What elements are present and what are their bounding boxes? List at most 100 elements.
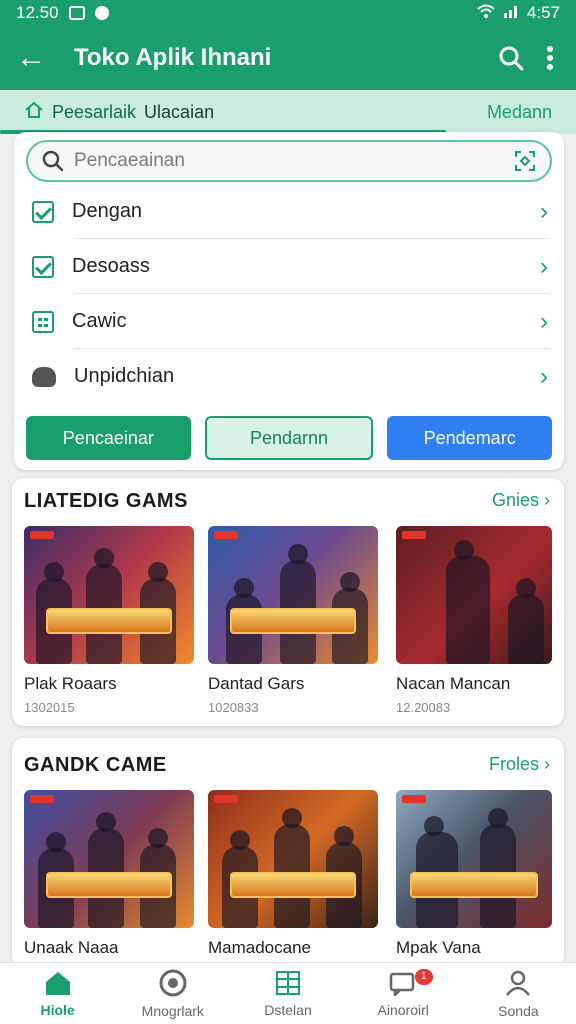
search-input[interactable]	[74, 150, 514, 172]
filter-item[interactable]: Cawic ›	[14, 294, 564, 349]
game-card[interactable]: Mpak Vana	[396, 790, 552, 958]
game-meta: 1020833	[208, 700, 259, 715]
game-badge	[30, 531, 54, 539]
status-bar: 12.50 4:57	[0, 0, 576, 26]
game-logo	[46, 608, 172, 634]
game-art	[24, 790, 194, 928]
nav-label: Sonda	[498, 1002, 539, 1019]
game-badge	[214, 531, 238, 539]
primary-button[interactable]: Pencaeinar	[26, 416, 191, 460]
games-icon	[159, 969, 187, 996]
game-card[interactable]: Plak Roaars 1302015	[24, 526, 194, 715]
search-icon[interactable]	[498, 45, 524, 71]
game-title: Dantad Gars	[208, 674, 305, 693]
nav-item-profile[interactable]: Sonda	[461, 963, 576, 1024]
cloud-icon	[32, 366, 56, 387]
chevron-right-icon: ›	[540, 363, 548, 390]
game-art	[396, 526, 552, 664]
status-time-right: 4:57	[526, 3, 560, 22]
filter-item-label: Desoass	[72, 255, 150, 277]
section-more-link[interactable]: Froles ›	[489, 754, 550, 775]
chevron-right-icon: ›	[540, 308, 548, 335]
game-badge	[30, 795, 54, 803]
nav-item-grid[interactable]: Dstelan	[230, 963, 345, 1024]
tertiary-button[interactable]: Pendemarc	[387, 416, 553, 460]
checkbox-checked-icon[interactable]	[32, 255, 54, 278]
game-badge	[402, 531, 426, 539]
game-card[interactable]: Mamadocane	[208, 790, 378, 958]
filter-item[interactable]: Dengan ›	[14, 184, 564, 239]
wifi-icon	[477, 3, 495, 23]
game-art	[208, 526, 378, 664]
grid-icon	[276, 970, 300, 995]
app-bar: ← Toko Aplik Ihnani	[0, 26, 576, 90]
section-title: LIATEDIG GAMS	[24, 490, 188, 512]
tab-right[interactable]: Medann	[487, 102, 552, 123]
tab-primary-label: Peesarlaik	[52, 101, 137, 122]
bottom-navigation: Hiole Mnogrlark Dstelan 1 Ainoroirl Sond…	[0, 962, 576, 1024]
chat-notification-icon	[94, 6, 109, 20]
grid-box-icon	[32, 310, 54, 333]
status-time: 12.50	[16, 3, 59, 22]
tab-bar: Peesarlaik Ulacaian Medann	[0, 90, 576, 134]
filter-list: Dengan › Desoass › Cawic › Unpidchian ›	[14, 184, 564, 404]
game-art	[396, 790, 552, 928]
action-buttons: Pencaeinar Pendarnn Pendemarc	[26, 416, 553, 460]
search-bar[interactable]	[26, 140, 552, 182]
game-title: Mamadocane	[208, 938, 312, 957]
game-figure	[446, 540, 490, 664]
checkbox-checked-icon[interactable]	[32, 200, 54, 223]
game-logo	[410, 872, 538, 898]
chevron-right-icon: ›	[540, 198, 548, 225]
game-card[interactable]: Unaak Naaa	[24, 790, 194, 958]
game-logo	[230, 872, 356, 898]
tab-primary[interactable]: Peesarlaik Ulacaian	[24, 101, 214, 124]
game-card[interactable]: Dantad Gars 1020833	[208, 526, 378, 715]
signal-icon	[503, 3, 519, 23]
filter-item-label: Cawic	[72, 310, 127, 332]
nav-item-home[interactable]: Hiole	[0, 963, 115, 1024]
page-title: Toko Aplik Ihnani	[74, 44, 272, 71]
tab-secondary-label[interactable]: Ulacaian	[144, 102, 214, 123]
home-outline-icon	[24, 101, 44, 124]
nav-label: Mnogrlark	[141, 1002, 204, 1019]
notification-badge: 1	[414, 969, 433, 985]
game-title: Unaak Naaa	[24, 938, 119, 957]
game-badge	[402, 795, 426, 803]
nav-item-games[interactable]: Mnogrlark	[115, 963, 230, 1024]
game-logo	[46, 872, 172, 898]
games-section-2: GANDK CAME Froles › Unaak Naaa Mamadocan…	[12, 738, 564, 968]
filter-card: Dengan › Desoass › Cawic › Unpidchian › …	[14, 132, 564, 470]
nav-item-messages[interactable]: 1 Ainoroirl	[346, 963, 461, 1024]
home-icon	[45, 971, 70, 995]
scan-icon[interactable]	[514, 150, 536, 172]
filter-item[interactable]: Desoass ›	[14, 239, 564, 294]
games-section-1: LIATEDIG GAMS Gnies › Plak Roaars 130201…	[12, 478, 564, 726]
nav-label: Dstelan	[264, 1001, 312, 1018]
search-field-icon	[42, 150, 64, 172]
profile-icon	[506, 970, 531, 996]
game-logo	[230, 608, 356, 634]
chevron-right-icon: ›	[540, 253, 548, 280]
back-arrow-icon[interactable]: ←	[0, 26, 62, 90]
game-art	[208, 790, 378, 928]
section-title: GANDK CAME	[24, 754, 167, 776]
game-meta: 1302015	[24, 700, 75, 715]
section-more-link[interactable]: Gnies ›	[492, 490, 550, 511]
nav-label: Hiole	[40, 1001, 75, 1018]
game-art	[24, 526, 194, 664]
nav-label: Ainoroirl	[377, 1001, 429, 1018]
secondary-button[interactable]: Pendarnn	[204, 416, 374, 460]
filter-item-label: Dengan	[72, 200, 143, 222]
chat-icon	[389, 972, 415, 996]
game-title: Nacan Mancan	[396, 674, 511, 693]
more-options-icon[interactable]	[546, 45, 554, 71]
game-meta: 12.20083	[396, 700, 451, 715]
filter-item-label: Unpidchian	[74, 365, 175, 387]
notification-icon	[68, 6, 85, 20]
game-card[interactable]: Nacan Mancan 12.20083	[396, 526, 552, 715]
game-figure	[508, 578, 544, 664]
game-title: Plak Roaars	[24, 674, 117, 693]
filter-item[interactable]: Unpidchian ›	[14, 349, 564, 404]
game-title: Mpak Vana	[396, 938, 481, 957]
